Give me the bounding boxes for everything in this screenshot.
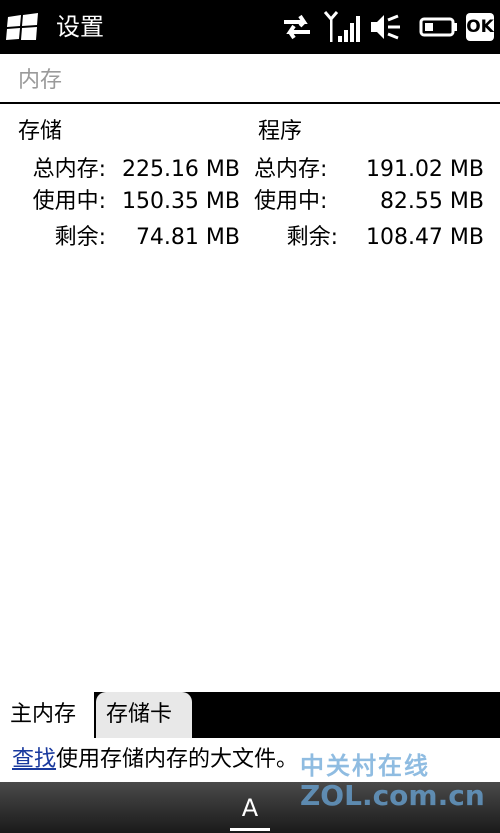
tab-main-memory[interactable]: 主内存: [0, 692, 94, 738]
program-used-label: 使用中:: [254, 189, 328, 214]
storage-total-label: 总内存:: [32, 157, 106, 182]
program-total-label: 总内存:: [254, 157, 328, 182]
watermark-line2: ZOL.com.cn: [300, 779, 485, 812]
zol-watermark: 中关村在线 ZOL.com.cn: [300, 752, 485, 812]
title-divider: [0, 102, 500, 104]
storage-free-value: 74.81 MB: [135, 225, 240, 250]
storage-used-label: 使用中:: [32, 189, 106, 214]
program-free-label: 剩余:: [286, 225, 338, 250]
program-heading: 程序: [258, 119, 303, 144]
find-description: 使用存储内存的大文件。: [56, 747, 299, 772]
ok-button[interactable]: OK: [466, 13, 494, 41]
find-large-files-text: 查找使用存储内存的大文件。: [12, 746, 298, 774]
program-total-value: 191.02 MB: [365, 157, 484, 182]
storage-total-value: 225.16 MB: [121, 157, 240, 182]
keyboard-icon[interactable]: A: [230, 788, 270, 831]
storage-heading: 存储: [18, 119, 63, 144]
storage-free-label: 剩余:: [54, 225, 106, 250]
windows-start-icon[interactable]: [6, 12, 40, 42]
battery-icon[interactable]: [418, 10, 458, 44]
storage-used-value: 150.35 MB: [121, 189, 240, 214]
program-free-value: 108.47 MB: [365, 225, 484, 250]
find-link[interactable]: 查找: [12, 747, 56, 772]
signal-strength-icon[interactable]: [324, 10, 360, 44]
data-transfer-icon[interactable]: [280, 10, 314, 44]
page-title: 内存: [18, 68, 63, 93]
app-title: 设置: [56, 13, 104, 41]
speaker-muted-icon[interactable]: [368, 10, 402, 44]
tab-bar: 主内存 存储卡: [0, 692, 500, 738]
program-used-value: 82.55 MB: [379, 189, 484, 214]
tab-storage-card[interactable]: 存储卡: [96, 692, 192, 738]
status-bar: 设置 OK: [0, 0, 500, 54]
watermark-line1: 中关村在线: [300, 752, 430, 780]
